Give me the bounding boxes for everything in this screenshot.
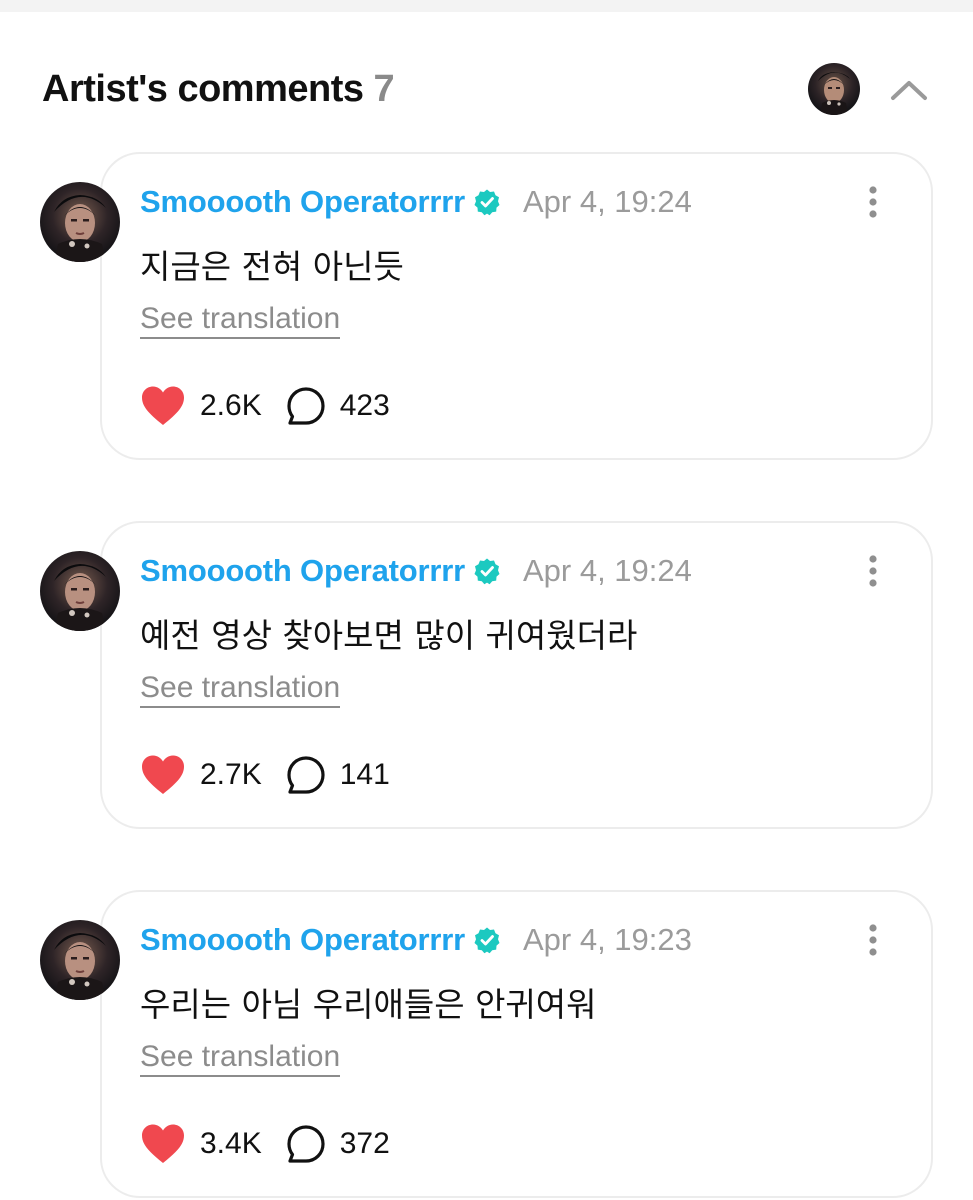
comment-text: 예전 영상 찾아보면 많이 귀여웠더라	[140, 616, 638, 655]
like-button[interactable]: 2.6K	[140, 385, 262, 427]
more-options-button[interactable]	[858, 551, 888, 591]
verified-badge-icon	[474, 927, 500, 954]
heart-icon	[142, 1124, 184, 1163]
comment-actions: 2.7K 141	[140, 753, 390, 797]
section-title: Artist's comments 7	[42, 68, 395, 111]
comment-header: Smooooth Operatorrrr Apr 4, 19:23	[140, 920, 692, 960]
comment-item: Smooooth Operatorrrr Apr 4, 19:24 지금은 전혀…	[0, 152, 973, 462]
comment-item: Smooooth Operatorrrr Apr 4, 19:24 예전 영상 …	[0, 521, 973, 831]
reply-button[interactable]: 141	[286, 755, 390, 795]
more-options-button[interactable]	[858, 920, 888, 960]
comment-actions: 3.4K 372	[140, 1122, 390, 1166]
speech-bubble-icon	[287, 387, 325, 425]
heart-icon	[142, 386, 184, 425]
like-count: 3.4K	[200, 1127, 262, 1160]
reply-count: 141	[339, 758, 390, 791]
like-button[interactable]: 2.7K	[140, 754, 262, 796]
reply-button[interactable]: 372	[286, 1124, 390, 1164]
artist-avatar[interactable]	[808, 63, 860, 115]
comment-text: 지금은 전혀 아닌듯	[140, 247, 404, 286]
like-button[interactable]: 3.4K	[140, 1123, 262, 1165]
author-name[interactable]: Smooooth Operatorrrr	[140, 184, 465, 220]
see-translation-link[interactable]: See translation	[140, 302, 341, 339]
comment-timestamp: Apr 4, 19:24	[522, 553, 692, 588]
speech-bubble-icon	[287, 756, 325, 794]
comment-timestamp: Apr 4, 19:24	[522, 184, 692, 219]
heart-icon	[142, 755, 184, 794]
like-count: 2.6K	[200, 389, 262, 422]
see-translation-link[interactable]: See translation	[140, 1040, 341, 1077]
speech-bubble-icon	[287, 1125, 325, 1163]
section-header: Artist's comments 7	[0, 12, 973, 152]
reply-count: 423	[339, 389, 390, 422]
more-vertical-icon	[869, 555, 877, 587]
collapse-button[interactable]	[884, 70, 934, 110]
comment-avatar[interactable]	[40, 920, 120, 1000]
comment-count: 7	[373, 68, 395, 110]
comment-avatar[interactable]	[40, 182, 120, 262]
comment-text: 우리는 아님 우리애들은 안귀여워	[140, 985, 597, 1024]
like-count: 2.7K	[200, 758, 262, 791]
verified-badge-icon	[474, 558, 500, 585]
comment-header: Smooooth Operatorrrr Apr 4, 19:24	[140, 551, 692, 591]
section-title-label: Artist's comments	[42, 68, 364, 110]
comment-avatar[interactable]	[40, 551, 120, 631]
more-vertical-icon	[869, 186, 877, 218]
more-options-button[interactable]	[858, 182, 888, 222]
author-name[interactable]: Smooooth Operatorrrr	[140, 553, 465, 589]
see-translation-link[interactable]: See translation	[140, 671, 341, 708]
top-divider-strip	[0, 0, 973, 12]
author-name[interactable]: Smooooth Operatorrrr	[140, 922, 465, 958]
comment-header: Smooooth Operatorrrr Apr 4, 19:24	[140, 182, 692, 222]
comment-actions: 2.6K 423	[140, 384, 390, 428]
comment-item: Smooooth Operatorrrr Apr 4, 19:23 우리는 아님…	[0, 890, 973, 1200]
comment-timestamp: Apr 4, 19:23	[522, 922, 692, 957]
verified-badge-icon	[474, 189, 500, 216]
reply-count: 372	[339, 1127, 390, 1160]
reply-button[interactable]: 423	[286, 386, 390, 426]
chevron-up-icon	[891, 81, 927, 100]
more-vertical-icon	[869, 924, 877, 956]
